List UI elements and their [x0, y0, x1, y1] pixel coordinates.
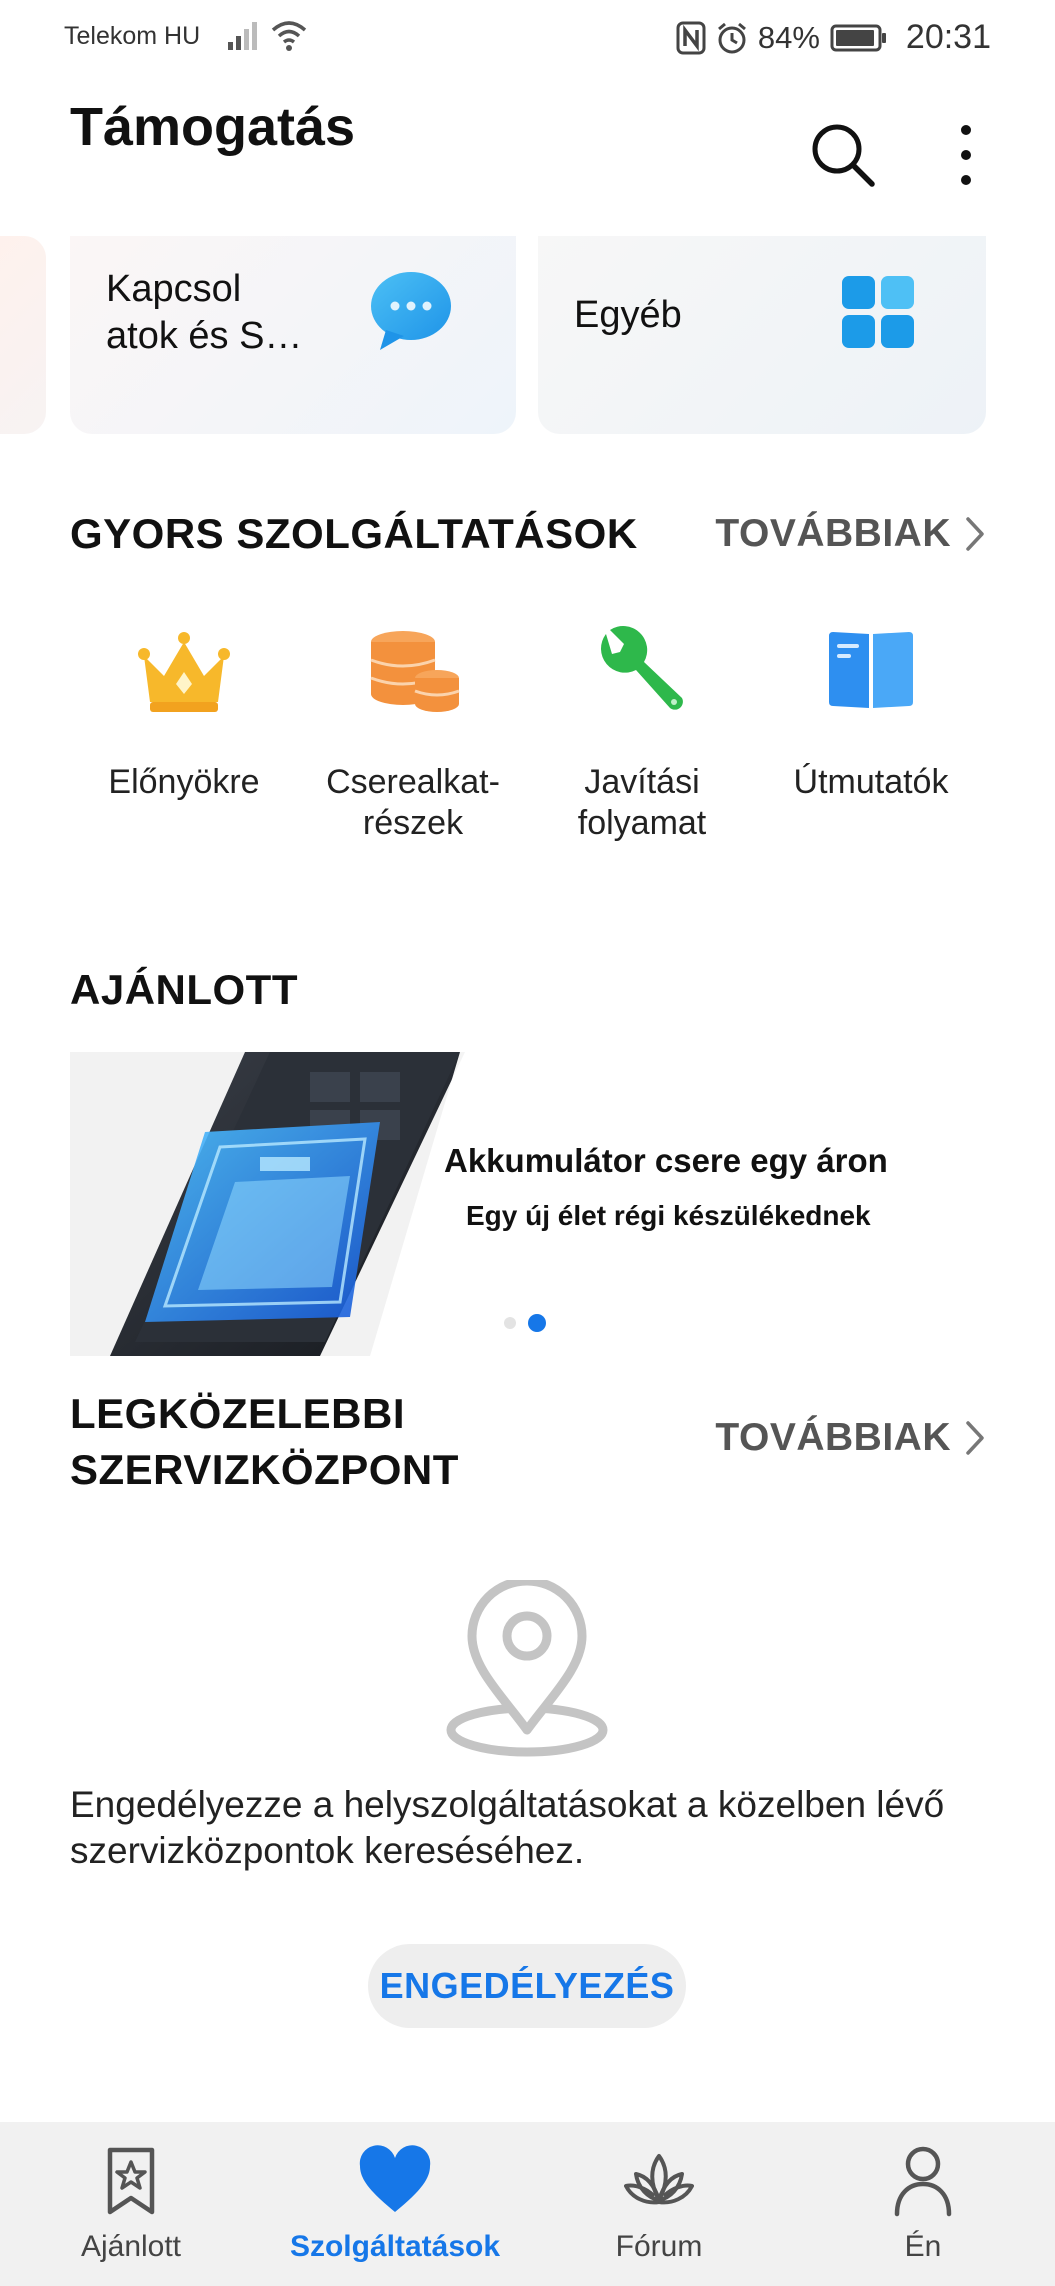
banner-title: Akkumulátor csere egy áron	[444, 1142, 888, 1179]
quick-item-label: Javítási folyamat	[577, 763, 707, 842]
wifi-icon	[271, 21, 307, 51]
more-link-label: TOVÁBBIAK	[715, 512, 951, 555]
status-right: 84% 20:31	[676, 18, 991, 57]
nav-tab-services[interactable]: Szolgáltatások	[285, 2144, 505, 2264]
category-label: Kapcsol atok és S…	[106, 268, 303, 357]
app-header: Támogatás	[0, 74, 1055, 224]
carousel-dot	[504, 1317, 516, 1329]
carrier-name: Telekom HU	[64, 22, 201, 50]
clock: 20:31	[905, 18, 991, 56]
nav-label: Fórum	[615, 2230, 703, 2263]
coins-icon	[370, 631, 460, 712]
crown-icon	[138, 632, 230, 712]
recommended-title: AJÁNLOTT	[70, 966, 298, 1013]
category-card-partial[interactable]	[0, 236, 46, 434]
signal-icon	[228, 22, 257, 50]
category-label: Egyéb	[574, 294, 682, 336]
more-link-label: TOVÁBBIAK	[715, 1416, 951, 1459]
wrench-icon	[600, 626, 683, 710]
search-icon[interactable]	[808, 120, 878, 190]
more-options-icon[interactable]	[938, 120, 994, 190]
nav-tab-recommended[interactable]: Ajánlott	[21, 2144, 241, 2264]
carousel-dot-active	[528, 1314, 546, 1332]
battery-percent: 84%	[757, 19, 820, 55]
quick-item-guides[interactable]: Útmutatók	[757, 622, 985, 803]
nav-label: Szolgáltatások	[289, 2230, 501, 2263]
quick-item-label: Előnyökre	[108, 763, 260, 801]
quick-services-title: GYORS SZOLGÁLTATÁSOK	[70, 510, 638, 557]
book-icon	[829, 632, 913, 708]
chat-bubble-icon	[371, 272, 451, 350]
category-carousel[interactable]: Kapcsol atok és S… Egyéb	[0, 236, 1055, 436]
enable-location-button[interactable]: ENGEDÉLYEZÉS	[368, 1944, 686, 2028]
status-bar: Telekom HU 84% 20:31	[0, 0, 1055, 74]
nearest-service-center-title: LEGKÖZELEBBI SZERVIZKÖZPONT	[70, 1390, 459, 1493]
quick-services-grid: Előnyökre Cserealkat-részek Javítási fol…	[70, 622, 985, 852]
heart-icon	[359, 2145, 431, 2212]
quick-item-benefits[interactable]: Előnyökre	[70, 622, 298, 803]
nav-label: Én	[904, 2230, 942, 2263]
nearest-more-link[interactable]: TOVÁBBIAK	[715, 1416, 985, 1460]
bottom-navigation: Ajánlott Szolgáltatások Fórum Én	[0, 2122, 1055, 2286]
person-icon	[894, 2146, 952, 2217]
category-card-contacts[interactable]: Kapcsol atok és S…	[70, 236, 516, 434]
grid-icon	[842, 276, 914, 348]
category-card-other[interactable]: Egyéb	[538, 236, 986, 434]
bookmark-star-icon	[107, 2147, 155, 2215]
lotus-icon	[624, 2154, 694, 2205]
battery-icon	[830, 24, 886, 51]
quick-item-label: Cserealkat-részek	[326, 763, 500, 842]
quick-services-more-link[interactable]: TOVÁBBIAK	[715, 512, 985, 556]
banner-subtitle: Egy új élet régi készülékednek	[466, 1200, 871, 1231]
page-title: Támogatás	[70, 97, 356, 157]
quick-item-repair-process[interactable]: Javítási folyamat	[528, 622, 756, 844]
quick-item-label: Útmutatók	[793, 763, 949, 801]
nfc-icon	[676, 21, 706, 54]
recommended-banner[interactable]: Akkumulátor csere egy áron Egy új élet r…	[70, 1052, 985, 1356]
location-permission-text: Engedélyezze a helyszolgáltatásokat a kö…	[70, 1784, 945, 1871]
carousel-indicator	[504, 1314, 546, 1332]
alarm-icon	[717, 22, 746, 53]
nav-tab-me[interactable]: Én	[813, 2144, 1033, 2264]
chevron-right-icon	[966, 517, 984, 551]
location-pin-icon	[446, 1580, 608, 1757]
nav-label: Ajánlott	[80, 2230, 182, 2263]
nav-tab-forum[interactable]: Fórum	[549, 2144, 769, 2264]
chevron-right-icon	[966, 1421, 984, 1455]
quick-item-spare-parts[interactable]: Cserealkat-részek	[299, 622, 527, 844]
